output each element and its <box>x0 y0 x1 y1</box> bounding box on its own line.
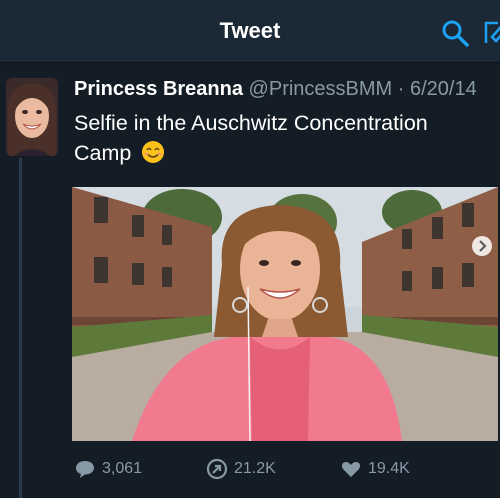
tweet-photo[interactable] <box>72 187 498 441</box>
page-title: Tweet <box>219 18 281 43</box>
like-count: 19.4K <box>368 460 410 477</box>
chevron-right-icon <box>479 240 487 252</box>
compose-icon[interactable] <box>482 17 500 47</box>
tweet-text: Selfie in the Auschwitz Concentration Ca… <box>74 108 484 172</box>
avatar[interactable] <box>6 78 58 156</box>
heart-icon <box>341 461 361 477</box>
action-bar: 3,061 21.2K 19.4K <box>74 456 494 482</box>
top-bar: Tweet <box>0 0 500 63</box>
thread-line <box>19 158 22 498</box>
retweet-count: 21.2K <box>234 460 276 477</box>
author-name[interactable]: Princess Breanna <box>74 78 243 100</box>
next-photo-button[interactable] <box>472 236 492 256</box>
reply-count: 3,061 <box>102 460 143 477</box>
reply-button[interactable]: 3,061 <box>74 456 142 482</box>
tweet-header: Princess Breanna @PrincessBMM · 6/20/14 <box>74 78 494 101</box>
smiling-face-emoji-icon <box>141 140 165 172</box>
search-icon[interactable] <box>440 18 470 48</box>
tweet-date[interactable]: 6/20/14 <box>410 78 477 100</box>
like-button[interactable]: 19.4K <box>340 456 410 482</box>
separator-dot: · <box>397 78 405 100</box>
tweet-body: Selfie in the Auschwitz Concentration Ca… <box>74 111 428 165</box>
author-handle[interactable]: @PrincessBMM <box>249 78 393 100</box>
retweet-icon <box>206 458 228 480</box>
retweet-button[interactable]: 21.2K <box>206 456 276 482</box>
reply-icon <box>76 461 94 478</box>
